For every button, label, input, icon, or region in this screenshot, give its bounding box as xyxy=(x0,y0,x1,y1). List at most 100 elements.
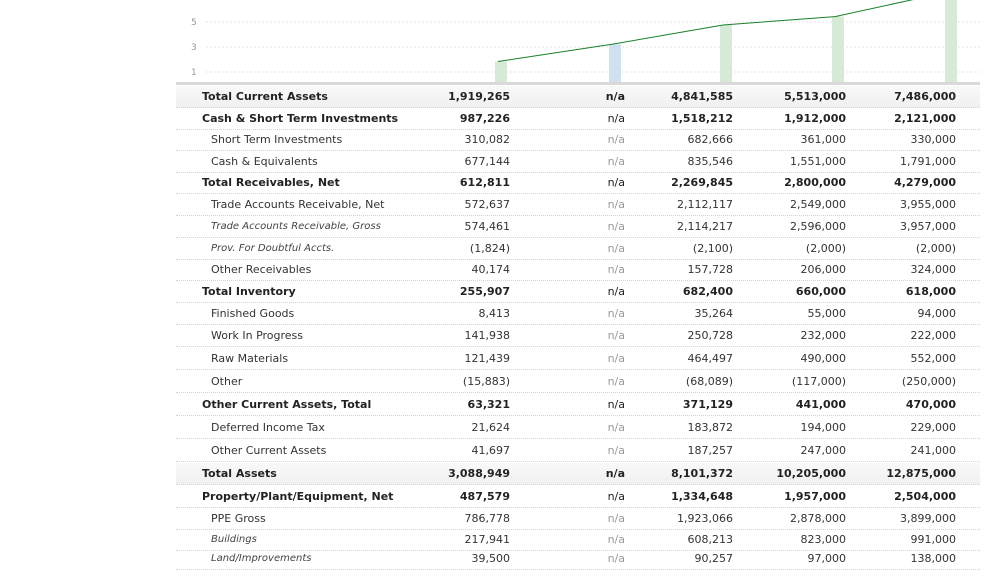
value-cell: 1,334,648 xyxy=(671,490,733,503)
value-cell: 4,279,000 xyxy=(894,176,956,189)
value-cell: 4,841,585 xyxy=(671,90,733,103)
value-cell: 1,919,265 xyxy=(448,90,510,103)
table-row: Trade Accounts Receivable, Net 572,637 n/a… xyxy=(176,194,980,216)
value-cell: 241,000 xyxy=(910,444,957,457)
value-cell: 682,400 xyxy=(682,285,733,298)
value-cell: 2,549,000 xyxy=(790,198,846,211)
value-cell: n/a xyxy=(607,155,625,168)
value-cell: (15,883) xyxy=(462,375,510,388)
table-row: Property/Plant/Equipment, Net 487,579 n/a 1… xyxy=(176,486,980,508)
value-cell: 987,226 xyxy=(459,112,510,125)
value-cell: n/a xyxy=(607,490,625,503)
value-cell: (117,000) xyxy=(791,375,846,388)
row-label: Property/Plant/Equipment, Net xyxy=(202,490,394,503)
value-cell: n/a xyxy=(607,307,625,320)
value-cell: n/a xyxy=(607,512,625,525)
row-label: Prov. For Doubtful Accts. xyxy=(211,243,335,254)
value-cell: (1,824) xyxy=(469,242,510,255)
value-cell: 361,000 xyxy=(800,133,847,146)
value-cell: 2,596,000 xyxy=(790,220,846,233)
value-cell: 3,955,000 xyxy=(900,198,956,211)
value-cell: 3,088,949 xyxy=(448,467,510,480)
table-row: Other Current Assets 41,697 n/a 187,257 247,… xyxy=(176,440,980,462)
value-cell: 94,000 xyxy=(917,307,957,320)
value-cell: 1,551,000 xyxy=(790,155,846,168)
y-tick-label: 3 xyxy=(191,43,197,53)
table-row: Cash & Equivalents 677,144 n/a 835,546 1,551… xyxy=(176,151,980,173)
value-cell: 310,082 xyxy=(464,133,511,146)
value-cell: 7,486,000 xyxy=(894,90,956,103)
table-row: Other Receivables 40,174 n/a 157,728 206,000… xyxy=(176,259,980,281)
value-cell: 12,875,000 xyxy=(886,467,956,480)
row-label: Finished Goods xyxy=(211,307,295,320)
value-cell: 660,000 xyxy=(795,285,846,298)
value-cell: 487,579 xyxy=(459,490,510,503)
value-cell: n/a xyxy=(607,398,625,411)
value-cell: 255,907 xyxy=(459,285,510,298)
row-label: Short Term Investments xyxy=(211,133,343,146)
bar xyxy=(495,61,507,82)
value-cell: 250,728 xyxy=(687,329,734,342)
value-cell: 552,000 xyxy=(910,352,957,365)
value-cell: 470,000 xyxy=(905,398,956,411)
table-row: Other Current Assets, Total 63,321 n/a 371,… xyxy=(176,394,980,416)
value-cell: 41,697 xyxy=(471,444,511,457)
row-label: Cash & Equivalents xyxy=(211,155,318,168)
value-cell: 194,000 xyxy=(800,421,847,434)
value-cell: 229,000 xyxy=(910,421,957,434)
row-label: PPE Gross xyxy=(211,512,266,525)
value-cell: 206,000 xyxy=(800,263,847,276)
y-tick-label: 1 xyxy=(191,68,197,78)
value-cell: n/a xyxy=(607,352,625,365)
chart: $ in million 1 3 5 xyxy=(186,0,980,83)
value-cell: n/a xyxy=(605,467,625,480)
value-cell: 2,800,000 xyxy=(784,176,846,189)
value-cell: 2,114,217 xyxy=(677,220,733,233)
bar xyxy=(609,44,621,82)
value-cell: 3,957,000 xyxy=(900,220,956,233)
value-cell: 835,546 xyxy=(687,155,734,168)
value-cell: 677,144 xyxy=(464,155,511,168)
value-cell: 1,518,212 xyxy=(671,112,733,125)
value-cell: 183,872 xyxy=(687,421,734,434)
value-cell: 157,728 xyxy=(687,263,734,276)
value-cell: 138,000 xyxy=(910,552,957,565)
value-cell: n/a xyxy=(607,552,625,565)
value-cell: (2,000) xyxy=(915,242,956,255)
value-cell: 371,129 xyxy=(682,398,733,411)
value-cell: 2,112,117 xyxy=(677,198,733,211)
value-cell: 97,000 xyxy=(807,552,847,565)
value-cell: 40,174 xyxy=(471,263,511,276)
value-cell: 612,811 xyxy=(459,176,510,189)
value-cell: 1,791,000 xyxy=(900,155,956,168)
value-cell: (2,100) xyxy=(692,242,733,255)
value-cell: 5,513,000 xyxy=(784,90,846,103)
y-axis-label: $ in million xyxy=(186,0,236,2)
value-cell: n/a xyxy=(607,444,625,457)
value-cell: (68,089) xyxy=(685,375,733,388)
value-cell: 2,121,000 xyxy=(894,112,956,125)
value-cell: n/a xyxy=(607,242,625,255)
bar xyxy=(945,0,957,82)
row-label: Total Current Assets xyxy=(202,90,328,103)
row-label: Total Assets xyxy=(202,467,277,480)
value-cell: 10,205,000 xyxy=(776,467,846,480)
value-cell: n/a xyxy=(607,133,625,146)
value-cell: 21,624 xyxy=(471,421,511,434)
value-cell: 490,000 xyxy=(800,352,847,365)
value-cell: n/a xyxy=(607,329,625,342)
value-cell: 35,264 xyxy=(694,307,734,320)
table-row: Trade Accounts Receivable, Gross 574,461 n… xyxy=(176,216,980,238)
value-cell: 3,899,000 xyxy=(900,512,956,525)
row-label: Other Current Assets xyxy=(211,444,327,457)
value-cell: 572,637 xyxy=(464,198,511,211)
value-cell: 222,000 xyxy=(910,329,957,342)
table-row: Work In Progress 141,938 n/a 250,728 232,000… xyxy=(176,325,980,347)
table-row: Finished Goods 8,413 n/a 35,264 55,000 94,000 xyxy=(176,303,980,325)
y-tick-label: 5 xyxy=(191,18,197,28)
value-cell: n/a xyxy=(607,421,625,434)
value-cell: n/a xyxy=(607,375,625,388)
value-cell: n/a xyxy=(607,112,625,125)
value-cell: n/a xyxy=(605,90,625,103)
row-label: Total Receivables, Net xyxy=(202,176,340,189)
